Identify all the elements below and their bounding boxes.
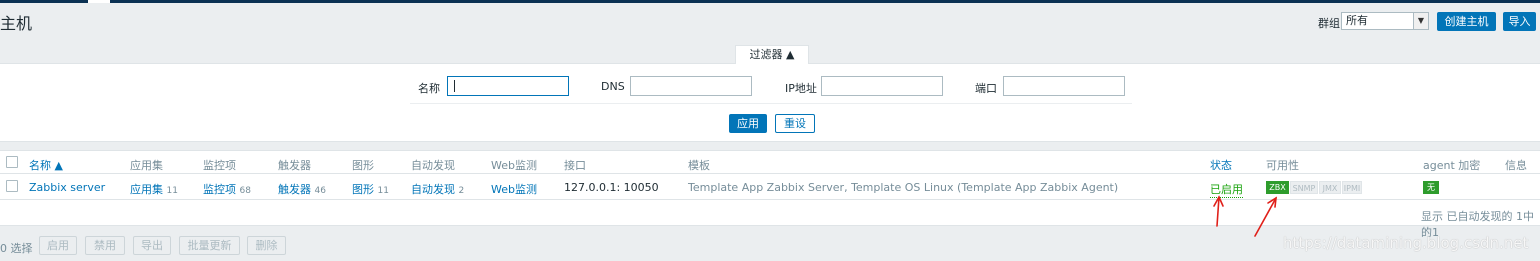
annotation-arrows <box>1213 195 1277 237</box>
annotation-arrow-zbx <box>1254 197 1277 237</box>
watermark: https://datamining.blog.csdn.net <box>1283 234 1529 252</box>
